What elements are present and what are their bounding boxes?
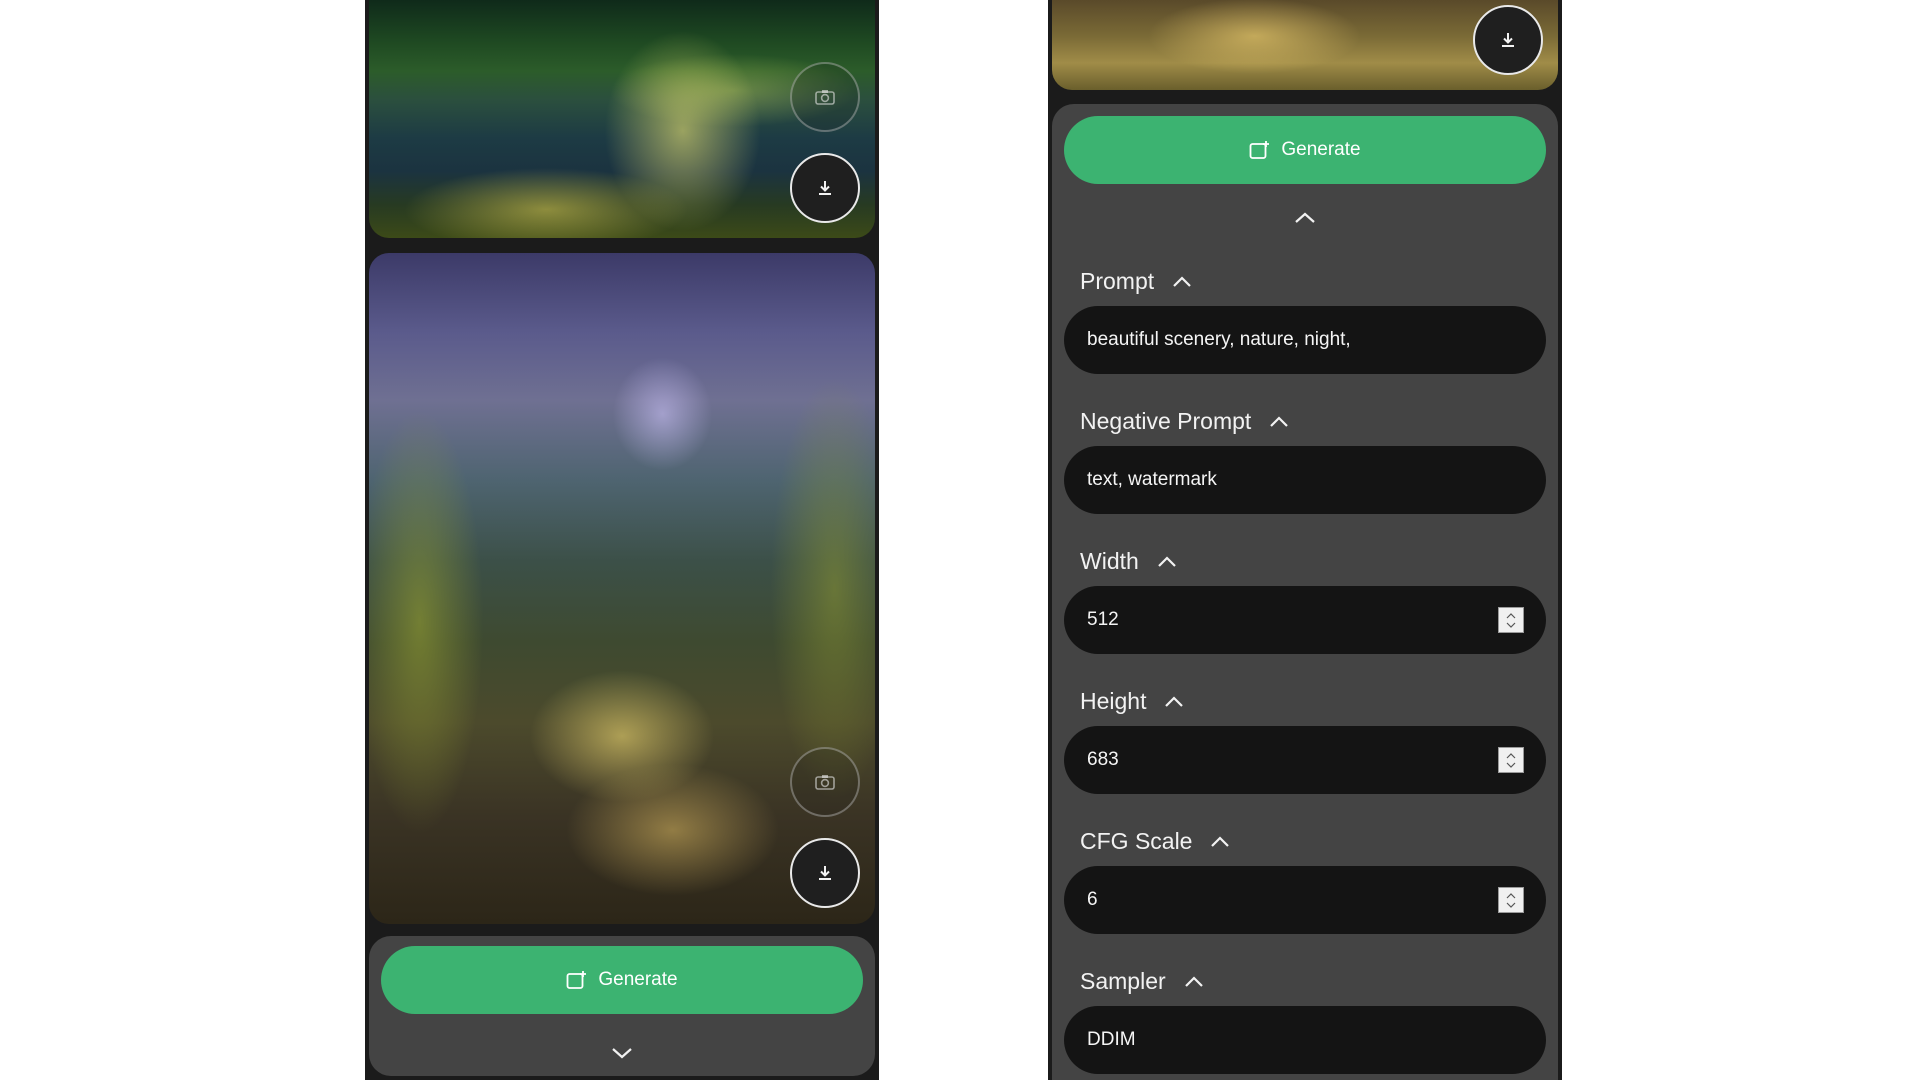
prompt-input[interactable]: beautiful scenery, nature, night, bbox=[1064, 306, 1546, 374]
width-input[interactable]: 512 bbox=[1064, 586, 1546, 654]
generated-image-night-village bbox=[369, 253, 875, 924]
cfg-scale-input[interactable]: 6 bbox=[1064, 866, 1546, 934]
stepper-down-icon bbox=[1506, 762, 1516, 768]
camera-icon bbox=[815, 775, 835, 790]
stepper-down-icon bbox=[1506, 622, 1516, 628]
generated-image-lake-path bbox=[369, 0, 875, 238]
expand-settings-button[interactable] bbox=[607, 1043, 637, 1063]
right-app-screen: Generate Prompt beautiful scenery, natur… bbox=[1048, 0, 1562, 1080]
chevron-up-icon bbox=[1295, 212, 1315, 223]
sampler-label: Sampler bbox=[1080, 968, 1204, 995]
height-input[interactable]: 683 bbox=[1064, 726, 1546, 794]
settings-panel: Generate Prompt beautiful scenery, natur… bbox=[1052, 104, 1558, 1080]
chevron-up-icon bbox=[1270, 415, 1289, 427]
negative-prompt-label-text: Negative Prompt bbox=[1080, 408, 1252, 434]
cfg-scale-collapse-toggle[interactable] bbox=[1210, 835, 1230, 848]
save-to-gallery-button[interactable] bbox=[790, 747, 860, 817]
download-button[interactable] bbox=[790, 838, 860, 908]
height-stepper[interactable] bbox=[1498, 747, 1524, 773]
stepper-down-icon bbox=[1506, 902, 1516, 908]
chevron-down-icon bbox=[612, 1048, 632, 1059]
stepper-up-icon bbox=[1506, 612, 1516, 619]
download-button[interactable] bbox=[790, 153, 860, 223]
width-value: 512 bbox=[1087, 609, 1119, 630]
prompt-label-text: Prompt bbox=[1080, 268, 1155, 294]
negative-prompt-label: Negative Prompt bbox=[1080, 408, 1289, 435]
prompt-value: beautiful scenery, nature, night, bbox=[1087, 329, 1351, 350]
cfg-scale-label-text: CFG Scale bbox=[1080, 828, 1193, 854]
width-collapse-toggle[interactable] bbox=[1157, 555, 1177, 568]
sampler-value: DDIM bbox=[1087, 1029, 1136, 1050]
height-collapse-toggle[interactable] bbox=[1164, 695, 1184, 708]
prompt-collapse-toggle[interactable] bbox=[1172, 275, 1192, 288]
sampler-label-text: Sampler bbox=[1080, 968, 1166, 994]
download-icon bbox=[1502, 33, 1514, 47]
width-stepper[interactable] bbox=[1498, 607, 1524, 633]
camera-icon bbox=[815, 90, 835, 105]
controls-panel: Generate bbox=[369, 936, 875, 1076]
sampler-collapse-toggle[interactable] bbox=[1184, 975, 1204, 988]
chevron-up-icon bbox=[1211, 835, 1230, 847]
download-icon bbox=[819, 866, 831, 880]
generate-button[interactable]: Generate bbox=[1064, 116, 1546, 184]
generate-button-label: Generate bbox=[1281, 139, 1361, 160]
generate-button-label: Generate bbox=[598, 969, 678, 990]
stepper-up-icon bbox=[1506, 892, 1516, 899]
negative-prompt-collapse-toggle[interactable] bbox=[1269, 415, 1289, 428]
generated-image-village-partial bbox=[1052, 0, 1558, 90]
add-image-icon bbox=[1249, 141, 1270, 159]
save-to-gallery-button[interactable] bbox=[790, 62, 860, 132]
height-label: Height bbox=[1080, 688, 1184, 715]
chevron-up-icon bbox=[1158, 555, 1176, 567]
cfg-scale-stepper[interactable] bbox=[1498, 887, 1524, 913]
left-app-screen: Generate bbox=[365, 0, 879, 1080]
chevron-up-icon bbox=[1173, 275, 1191, 287]
cfg-scale-value: 6 bbox=[1087, 889, 1098, 910]
prompt-label: Prompt bbox=[1080, 268, 1192, 295]
width-label-text: Width bbox=[1080, 548, 1139, 574]
stepper-up-icon bbox=[1506, 752, 1516, 759]
width-label: Width bbox=[1080, 548, 1177, 575]
download-button[interactable] bbox=[1473, 5, 1543, 75]
height-value: 683 bbox=[1087, 749, 1119, 770]
sampler-select[interactable]: DDIM bbox=[1064, 1006, 1546, 1074]
height-label-text: Height bbox=[1080, 688, 1147, 714]
add-image-icon bbox=[566, 971, 587, 989]
negative-prompt-value: text, watermark bbox=[1087, 469, 1217, 490]
download-icon bbox=[819, 181, 831, 195]
negative-prompt-input[interactable]: text, watermark bbox=[1064, 446, 1546, 514]
chevron-up-icon bbox=[1165, 695, 1184, 707]
cfg-scale-label: CFG Scale bbox=[1080, 828, 1230, 855]
generate-button[interactable]: Generate bbox=[381, 946, 863, 1014]
collapse-settings-button[interactable] bbox=[1290, 208, 1320, 228]
chevron-up-icon bbox=[1184, 975, 1203, 987]
